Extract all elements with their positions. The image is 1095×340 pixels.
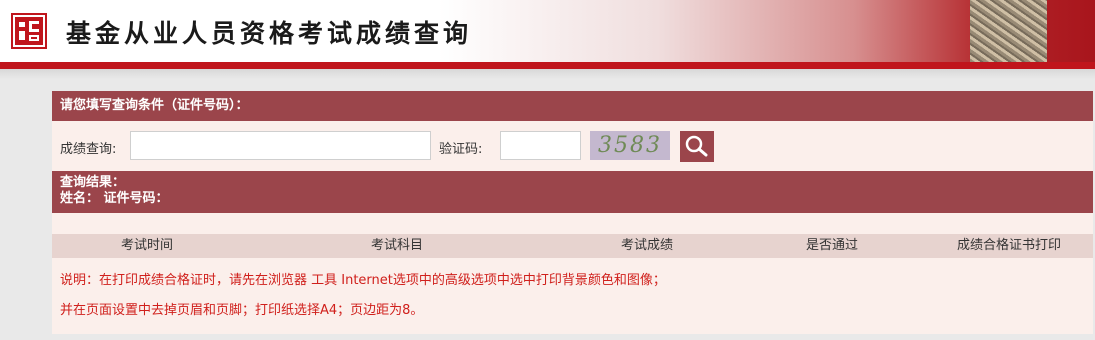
note-line: 说明：在打印成绩合格证时，请先在浏览器 工具 Internet选项中的高级选项中… — [60, 273, 666, 288]
column-exam-score: 考试成绩 — [620, 238, 673, 253]
captcha-label: 验证码: — [439, 142, 483, 157]
captcha-image-text: 3583 — [598, 133, 662, 158]
page-header: 基金从业人员资格考试成绩查询 — [0, 0, 1095, 62]
result-title: 查询结果： — [60, 175, 126, 190]
seal-logo-icon — [11, 13, 47, 49]
result-section: 查询结果： 姓名： 证件号码： — [52, 171, 1093, 213]
header-shadow — [0, 69, 1095, 79]
result-name-id-line: 姓名： 证件号码： — [60, 191, 169, 206]
search-button[interactable] — [680, 131, 714, 162]
header-divider — [0, 62, 1095, 69]
column-exam-time: 考试时间 — [120, 238, 173, 253]
results-table-header: 考试时间 考试科目 考试成绩 是否通过 成绩合格证书打印 — [52, 234, 1093, 258]
column-exam-subject: 考试科目 — [370, 238, 423, 253]
search-icon — [685, 135, 708, 157]
captcha-image[interactable]: 3583 — [590, 131, 670, 160]
score-query-label: 成绩查询: — [60, 142, 117, 157]
print-instructions: 说明：在打印成绩合格证时，请先在浏览器 工具 Internet选项中的高级选项中… — [60, 273, 666, 333]
page-title: 基金从业人员资格考试成绩查询 — [66, 19, 473, 48]
query-form: 成绩查询: 验证码: 3583 — [52, 121, 1093, 171]
column-certificate-print: 成绩合格证书打印 — [956, 238, 1061, 253]
query-panel: 请您填写查询条件（证件号码）： 成绩查询: 验证码: 3583 查询结果： 姓名… — [52, 91, 1093, 334]
column-passed: 是否通过 — [805, 238, 858, 253]
captcha-input[interactable] — [500, 131, 581, 160]
note-line: 并在页面设置中去掉页眉和页脚；打印纸选择A4；页边距为8。 — [60, 303, 424, 318]
query-section-title: 请您填写查询条件（证件号码）： — [52, 91, 1093, 121]
id-number-input[interactable] — [130, 131, 431, 160]
header-banner-image — [970, 0, 1047, 62]
